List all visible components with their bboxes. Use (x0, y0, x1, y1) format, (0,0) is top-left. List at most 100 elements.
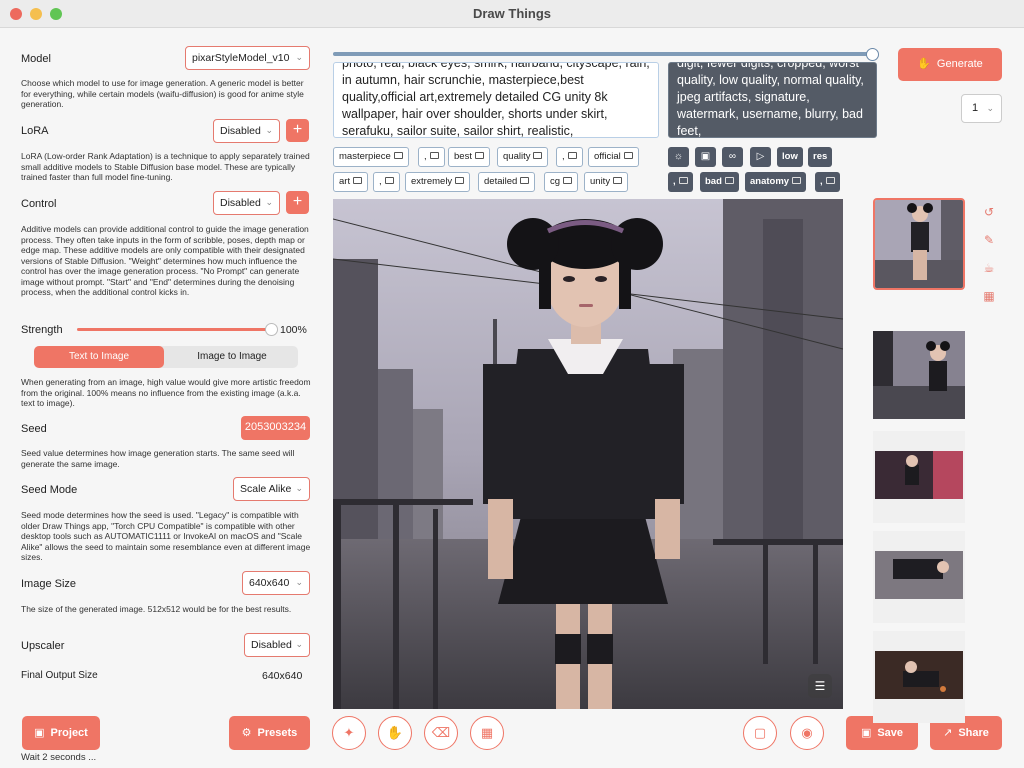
play-icon[interactable]: ▷ (750, 147, 771, 167)
chevron-down-icon: ⌄ (295, 577, 303, 587)
coffee-icon[interactable]: ☕ (981, 260, 997, 276)
image-to-image-tab[interactable]: Image to Image (166, 346, 298, 368)
positive-prompt-input[interactable]: photo, real, black eyes, smirk, hairband… (333, 62, 659, 138)
chevron-down-icon: ⌄ (295, 639, 303, 649)
remove-tag-icon (353, 176, 363, 184)
seed-mode-label: Seed Mode (21, 484, 78, 496)
image-size-label: Image Size (21, 578, 77, 590)
history-thumbnail[interactable] (873, 198, 965, 290)
negative-tag[interactable]: , (668, 172, 693, 192)
prompt-tag[interactable]: quality (497, 147, 549, 167)
history-thumbnail[interactable] (873, 331, 965, 419)
control-select[interactable]: Disabled ⌄ (213, 191, 280, 215)
presets-button[interactable]: ⚙ Presets (229, 716, 310, 750)
positive-prompt-text: photo, real, black eyes, smirk, hairband… (342, 62, 650, 138)
progress-bar (333, 52, 873, 56)
batch-count-select[interactable]: 1 ⌄ (961, 94, 1002, 123)
negative-tag[interactable]: anatomy (745, 172, 807, 192)
magic-wand-icon[interactable]: ✦ (332, 716, 366, 750)
prompt-tag[interactable]: masterpiece (333, 147, 409, 167)
upscaler-select[interactable]: Disabled ⌄ (244, 633, 310, 657)
paint-bucket-icon[interactable]: ▦ (470, 716, 504, 750)
remove-tag-icon (792, 176, 802, 184)
remove-tag-icon (623, 151, 633, 159)
remove-tag-icon (567, 151, 577, 159)
negative-prompt-input[interactable]: digit, fewer digits, cropped, worst qual… (668, 62, 877, 138)
remove-tag-icon (563, 176, 573, 184)
final-output-label: Final Output Size (21, 670, 98, 681)
image-icon[interactable]: ▣ (695, 147, 716, 167)
image-size-select[interactable]: 640x640 ⌄ (242, 571, 310, 595)
prompt-tag[interactable]: cg (544, 172, 579, 192)
history-thumbnail[interactable] (873, 631, 965, 723)
lora-description: LoRA (Low-order Rank Adaptation) is a te… (21, 151, 310, 182)
grid-icon[interactable]: ▦ (981, 288, 997, 304)
prompt-tag[interactable]: art (333, 172, 369, 192)
seed-input[interactable]: 2053003234 (241, 416, 310, 440)
title-bar: Draw Things (0, 0, 1024, 28)
lora-label: LoRA (21, 125, 49, 137)
generated-image (333, 199, 843, 709)
strength-slider-handle[interactable] (265, 323, 278, 336)
progress-handle[interactable] (866, 48, 879, 61)
layers-icon[interactable]: ☰ (808, 674, 832, 698)
model-label: Model (21, 53, 51, 65)
remove-tag-icon (533, 151, 543, 159)
camera-icon[interactable]: ◉ (790, 716, 824, 750)
brush-icon[interactable]: ✎ (981, 232, 997, 248)
hand-icon[interactable]: ✋ (378, 716, 412, 750)
project-button[interactable]: ▣ Project (22, 716, 100, 750)
remove-tag-icon (825, 176, 835, 184)
negative-tag[interactable]: low (777, 147, 803, 167)
chevron-down-icon: ⌄ (295, 483, 303, 493)
folder-icon: ▣ (34, 727, 45, 739)
remove-tag-icon (429, 151, 439, 159)
generate-button[interactable]: ✋ Generate (898, 48, 1002, 81)
remove-tag-icon (613, 176, 623, 184)
negative-tag[interactable]: bad (700, 172, 739, 192)
prompt-tag[interactable]: extremely (405, 172, 471, 192)
negative-tag[interactable]: res (808, 147, 833, 167)
remove-tag-icon (678, 176, 688, 184)
history-thumbnail[interactable] (873, 531, 965, 623)
remove-tag-icon (384, 176, 394, 184)
add-lora-button[interactable]: + (286, 119, 309, 142)
strength-slider[interactable] (77, 328, 272, 331)
chevron-down-icon: ⌄ (265, 197, 273, 207)
prompt-tag[interactable]: , (373, 172, 400, 192)
seed-label: Seed (21, 423, 47, 435)
status-text: Wait 2 seconds ... (21, 752, 97, 763)
final-output-value: 640x640 (262, 670, 303, 682)
control-description: Additive models can provide additional c… (21, 224, 309, 297)
prompt-tag[interactable]: , (418, 147, 445, 167)
window-title: Draw Things (472, 6, 551, 21)
remove-tag-icon (474, 151, 484, 159)
model-select[interactable]: pixarStyleModel_v10 ⌄ (185, 46, 310, 70)
prompt-tag[interactable]: unity (584, 172, 629, 192)
thumbnail-image (873, 531, 965, 623)
negative-tag[interactable]: , (815, 172, 840, 192)
history-thumbnails (873, 198, 965, 768)
thumbnail-image (873, 431, 965, 523)
seed-mode-select[interactable]: Scale Alike ⌄ (233, 477, 310, 501)
generated-image-canvas[interactable] (333, 199, 843, 709)
image-size-description: The size of the generated image. 512x512… (21, 604, 292, 614)
upscaler-label: Upscaler (21, 640, 65, 652)
thumbnail-image (873, 331, 965, 419)
add-control-button[interactable]: + (286, 191, 309, 214)
sun-icon[interactable]: ☼ (668, 147, 689, 167)
lora-select[interactable]: Disabled ⌄ (213, 119, 280, 143)
history-icon[interactable]: ↺ (981, 204, 997, 220)
eraser-icon[interactable]: ⌫ (424, 716, 458, 750)
prompt-tag[interactable]: best (448, 147, 490, 167)
prompt-tag[interactable]: official (588, 147, 639, 167)
prompt-tag[interactable]: detailed (478, 172, 536, 192)
sticky-note-icon[interactable]: ▢ (743, 716, 777, 750)
paperclip-icon[interactable]: ∞ (722, 147, 743, 167)
prompt-tag[interactable]: , (556, 147, 583, 167)
control-label: Control (21, 198, 57, 210)
chevron-down-icon: ⌄ (986, 103, 994, 113)
mode-segmented-control: Text to Image Image to Image (34, 346, 298, 368)
history-thumbnail[interactable] (873, 431, 965, 523)
text-to-image-tab[interactable]: Text to Image (34, 346, 164, 368)
